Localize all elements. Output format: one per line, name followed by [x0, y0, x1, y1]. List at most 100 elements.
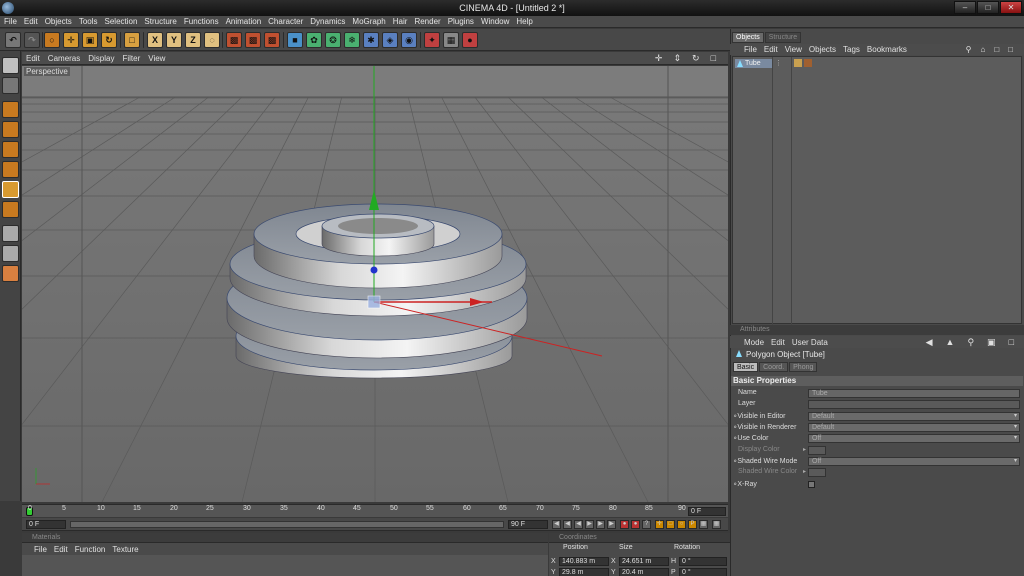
texture-mode-icon[interactable] [2, 141, 19, 158]
x-axis-lock-button[interactable]: X [147, 32, 163, 48]
prev-frame-icon[interactable]: ◀ [574, 520, 583, 529]
texture-tag-icon[interactable] [794, 59, 802, 67]
cube-primitive-icon[interactable]: ■ [287, 32, 303, 48]
menu-file[interactable]: File [4, 17, 17, 26]
size-x-field[interactable]: 24.651 m [619, 557, 669, 566]
object-mode-icon[interactable] [2, 77, 19, 94]
visible-renderer-dropdown[interactable]: Default [808, 423, 1020, 432]
expand-icon[interactable]: □ [1008, 45, 1013, 54]
autokey-icon[interactable]: ● [631, 520, 640, 529]
play-icon[interactable]: ▶ [585, 520, 594, 529]
tab-basic[interactable]: Basic [733, 362, 759, 372]
visibility-dots-icon[interactable]: ⋮ [775, 59, 782, 67]
deformer-icon[interactable]: ✱ [363, 32, 379, 48]
am-menu-mode[interactable]: Mode [744, 338, 764, 347]
timeline-layout-icon[interactable]: ▦ [712, 520, 721, 529]
array-icon[interactable]: ❄ [344, 32, 360, 48]
vp-menu-cameras[interactable]: Cameras [48, 54, 80, 63]
search-icon[interactable]: ⚲ [967, 337, 974, 348]
position-key-icon[interactable]: ✛ [655, 520, 664, 529]
render-view-icon[interactable]: ▩ [226, 32, 242, 48]
go-to-start-icon[interactable]: ◀ [552, 520, 561, 529]
rotation-key-icon[interactable]: ○ [677, 520, 686, 529]
vp-menu-view[interactable]: View [148, 54, 165, 63]
viewport-move-icon[interactable]: ✛ [655, 53, 663, 64]
layer-field[interactable] [808, 400, 1020, 409]
am-menu-edit[interactable]: Edit [771, 338, 785, 347]
move-icon[interactable]: ✛ [63, 32, 79, 48]
visible-editor-dropdown[interactable]: Default [808, 412, 1020, 421]
polygons-mode-icon[interactable] [2, 161, 19, 178]
new-window-icon[interactable]: □ [1009, 337, 1014, 348]
viewport-zoom-icon[interactable]: ⇕ [673, 53, 681, 64]
menu-window[interactable]: Window [481, 17, 509, 26]
tube-object[interactable] [226, 203, 528, 379]
vp-menu-edit[interactable]: Edit [26, 54, 40, 63]
vp-menu-display[interactable]: Display [88, 54, 114, 63]
points-mode-icon[interactable] [2, 101, 19, 118]
spline-icon[interactable]: ✿ [306, 32, 322, 48]
start-frame-field[interactable]: 0 F [26, 520, 66, 529]
materials-area[interactable] [22, 555, 548, 576]
use-color-dropdown[interactable]: Off [808, 434, 1020, 443]
om-menu-view[interactable]: View [785, 45, 802, 54]
xray-checkbox[interactable] [808, 481, 815, 488]
rotation-h-field[interactable]: 0 ° [679, 557, 727, 566]
om-menu-bookmarks[interactable]: Bookmarks [867, 45, 907, 54]
back-arrow-icon[interactable]: ◀ [926, 337, 933, 348]
sculpt-icon[interactable] [2, 245, 19, 262]
viewport-rotate-icon[interactable]: ↻ [692, 53, 700, 64]
render-picture-viewer-icon[interactable]: ▩ [245, 32, 261, 48]
scene-icon[interactable]: ◈ [382, 32, 398, 48]
perspective-viewport[interactable]: Perspective [22, 66, 728, 502]
menu-plugins[interactable]: Plugins [448, 17, 474, 26]
search-icon[interactable]: ⚲ [966, 45, 972, 54]
rotation-p-field[interactable]: 0 ° [679, 568, 727, 576]
tab-phong[interactable]: Phong [789, 362, 818, 372]
om-menu-file[interactable]: File [744, 45, 757, 54]
go-to-end-icon[interactable]: ▶ [607, 520, 616, 529]
camera-icon[interactable]: ◉ [401, 32, 417, 48]
model-mode-icon[interactable] [2, 57, 19, 74]
current-frame-field[interactable]: 0 F [688, 507, 726, 516]
mat-menu-edit[interactable]: Edit [54, 545, 68, 554]
light-icon[interactable]: ✦ [424, 32, 440, 48]
mat-menu-texture[interactable]: Texture [112, 545, 138, 554]
size-y-field[interactable]: 20.4 m [619, 568, 669, 576]
animation-mode-icon[interactable] [2, 181, 19, 198]
menu-character[interactable]: Character [268, 17, 303, 26]
maximize-button[interactable]: □ [977, 1, 999, 14]
tab-structure[interactable]: Structure [764, 32, 802, 43]
y-axis-lock-button[interactable]: Y [166, 32, 182, 48]
menu-functions[interactable]: Functions [184, 17, 219, 26]
menu-animation[interactable]: Animation [226, 17, 262, 26]
timeline-ruler[interactable]: 0 5 10 15 20 25 30 35 40 45 50 55 60 65 … [22, 504, 728, 517]
close-button[interactable]: ✕ [1000, 1, 1022, 14]
object-row-tube[interactable]: Tube [735, 59, 772, 68]
menu-hair[interactable]: Hair [393, 17, 408, 26]
parameter-key-icon[interactable]: P [688, 520, 697, 529]
viewport-switch-icon[interactable]: □ [711, 53, 716, 64]
name-field[interactable]: Tube [808, 389, 1020, 398]
am-menu-user-data[interactable]: User Data [792, 338, 828, 347]
undo-icon[interactable]: ↶ [5, 32, 21, 48]
minimize-button[interactable]: – [954, 1, 976, 14]
workplane-icon[interactable] [2, 201, 19, 218]
tab-coord[interactable]: Coord. [759, 362, 789, 372]
record-icon[interactable]: ● [620, 520, 629, 529]
mat-menu-function[interactable]: Function [75, 545, 106, 554]
coordinate-system-icon[interactable]: ◌ [204, 32, 220, 48]
nurbs-icon[interactable]: ❂ [325, 32, 341, 48]
menu-help[interactable]: Help [516, 17, 532, 26]
menu-structure[interactable]: Structure [144, 17, 176, 26]
tab-objects[interactable]: Objects [732, 32, 764, 43]
expand-arrow-icon[interactable]: ▸ [803, 446, 806, 453]
lock-icon[interactable]: ▣ [987, 337, 996, 348]
vp-menu-filter[interactable]: Filter [122, 54, 140, 63]
menu-objects[interactable]: Objects [45, 17, 72, 26]
prev-key-icon[interactable]: ◀ [563, 520, 572, 529]
render-active-view-icon[interactable]: ● [462, 32, 478, 48]
z-axis-lock-button[interactable]: Z [185, 32, 201, 48]
om-menu-tags[interactable]: Tags [843, 45, 860, 54]
om-menu-edit[interactable]: Edit [764, 45, 778, 54]
